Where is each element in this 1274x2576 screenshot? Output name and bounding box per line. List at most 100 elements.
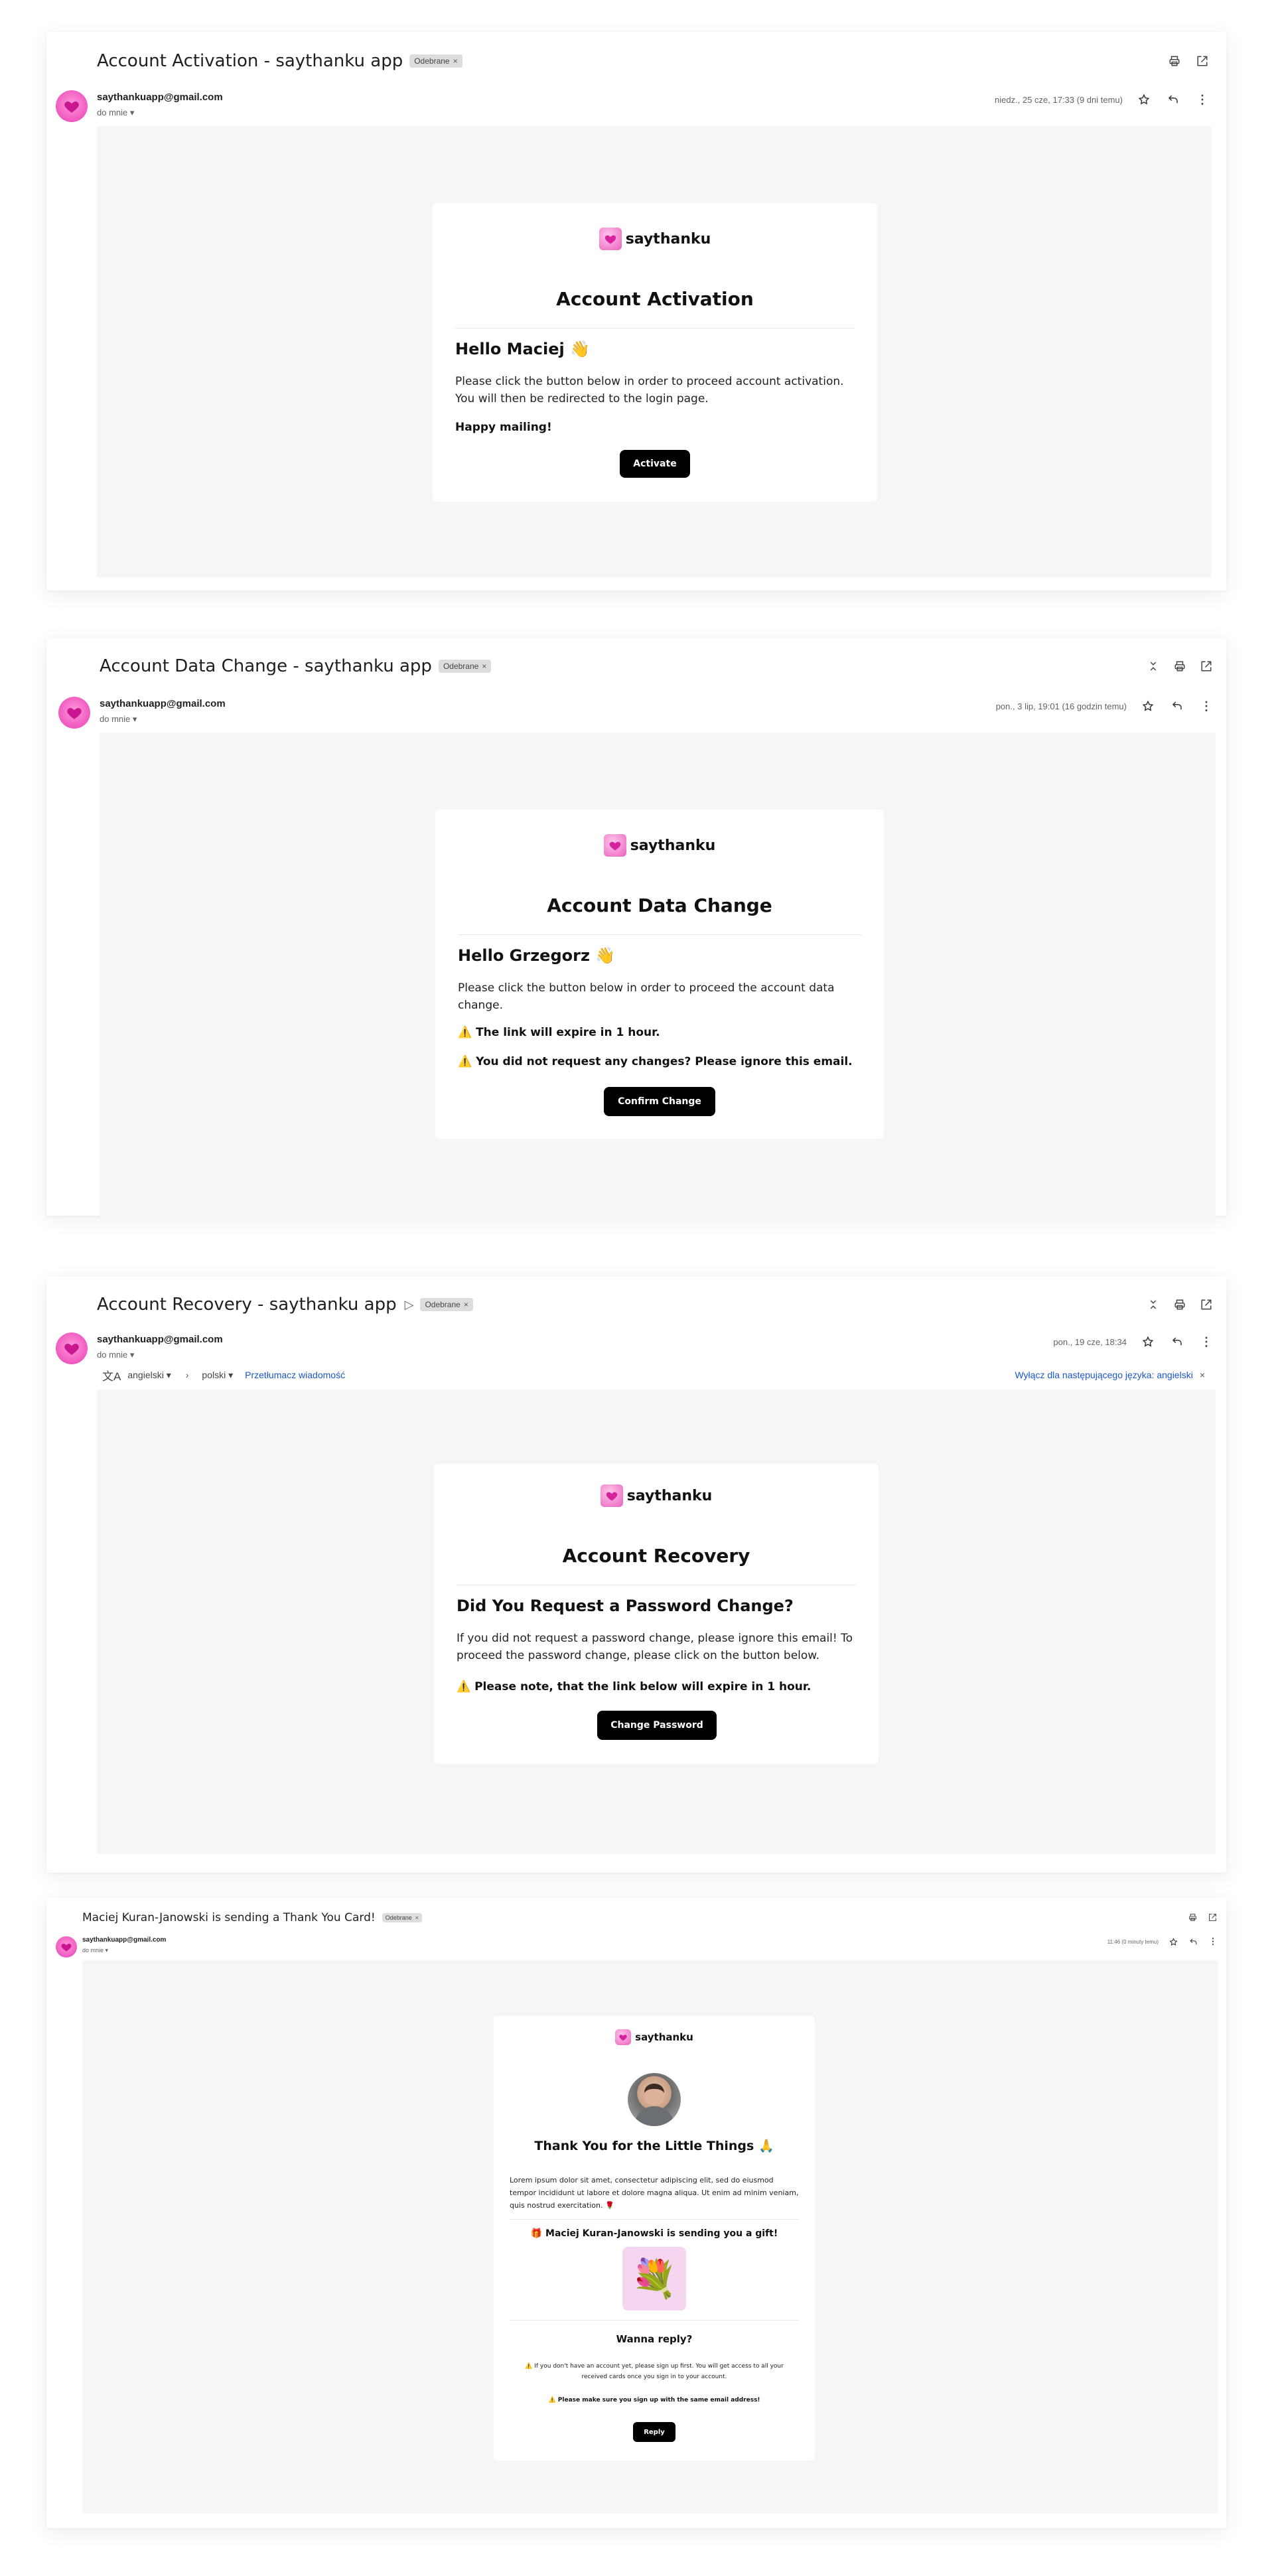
activate-button[interactable]: Activate <box>620 450 690 478</box>
divider <box>458 934 861 935</box>
label-chip-inbox[interactable]: Odebrane × <box>409 54 462 68</box>
source-language-select[interactable]: angielski ▾ <box>127 1370 171 1381</box>
close-icon[interactable]: × <box>1200 1370 1205 1380</box>
target-language-select[interactable]: polski ▾ <box>202 1370 233 1381</box>
collapse-all-icon[interactable] <box>1144 657 1163 676</box>
star-icon[interactable] <box>1139 697 1157 715</box>
email-card: saythanku Account Data Change Hello Grze… <box>435 810 884 1139</box>
brand-logo: saythanku <box>494 2028 815 2046</box>
target-language: polski <box>202 1369 226 1380</box>
email-meta: niedz., 25 cze, 17:33 (9 dni temu) ⋮ <box>995 90 1212 109</box>
remove-label-icon[interactable]: × <box>464 1300 468 1309</box>
card-title: Account Data Change <box>547 894 772 916</box>
reply-title: Wanna reply? <box>616 2333 693 2345</box>
open-new-window-icon[interactable] <box>1197 1295 1216 1314</box>
sender-email[interactable]: saythankuapp@gmail.com <box>82 1936 166 1944</box>
subject-text: Account Data Change - saythanku app <box>100 656 432 676</box>
divider <box>510 2320 799 2321</box>
gift-line: 🎁 Maciej Kuran-Janowski is sending you a… <box>530 2228 778 2239</box>
label-chip-inbox[interactable]: Odebrane × <box>438 660 492 673</box>
star-icon[interactable] <box>1135 90 1153 109</box>
sender-avatar[interactable] <box>56 90 88 122</box>
saythanku-logo-icon <box>603 834 626 857</box>
confirm-change-button[interactable]: Confirm Change <box>604 1087 715 1116</box>
same-email-note: ⚠️ Please make sure you sign up with the… <box>548 2397 760 2403</box>
saythanku-logo-icon <box>600 1484 623 1507</box>
star-icon[interactable] <box>1167 1935 1180 1948</box>
remove-label-icon[interactable]: × <box>415 1914 419 1921</box>
translate-bar: 文A angielski ▾ › polski ▾ Przetłumacz wi… <box>97 1363 1216 1387</box>
more-options-icon[interactable]: ⋮ <box>1206 1935 1220 1948</box>
recipient-toggle[interactable]: do mnie ▾ <box>82 1947 108 1954</box>
print-icon[interactable] <box>1170 1295 1189 1314</box>
more-options-icon[interactable]: ⋮ <box>1197 1332 1216 1351</box>
remove-label-icon[interactable]: × <box>453 56 458 66</box>
reply-icon[interactable] <box>1164 90 1182 109</box>
print-icon[interactable] <box>1165 52 1184 70</box>
recipient-text: do mnie <box>97 1350 128 1360</box>
label-chip-text: Odebrane <box>414 56 450 66</box>
print-icon[interactable] <box>1170 657 1189 676</box>
open-new-window-icon[interactable] <box>1193 52 1212 70</box>
sender-email[interactable]: saythankuapp@gmail.com <box>97 92 223 103</box>
email-body: saythanku Account Activation Hello Macie… <box>97 126 1212 577</box>
collapse-all-icon[interactable] <box>1144 1295 1163 1314</box>
reply-icon[interactable] <box>1168 1332 1186 1351</box>
sender-photo <box>628 2073 681 2126</box>
brand-logo: saythanku <box>434 1482 879 1509</box>
signup-note: ⚠️ If you don't have an account yet, ple… <box>525 2363 784 2380</box>
disable-translation-link[interactable]: Wyłącz dla następującego języka: angiels… <box>1015 1370 1192 1380</box>
important-marker-icon[interactable]: ▷ <box>405 1298 414 1312</box>
brand-name: saythanku <box>635 2031 693 2043</box>
sender-email[interactable]: saythankuapp@gmail.com <box>100 698 226 709</box>
open-new-window-icon[interactable] <box>1205 1910 1220 1924</box>
arrow-right-icon: › <box>185 1370 189 1380</box>
remove-label-icon[interactable]: × <box>482 662 486 671</box>
change-password-button[interactable]: Change Password <box>597 1711 717 1740</box>
reply-icon[interactable] <box>1168 697 1186 715</box>
more-options-icon[interactable]: ⋮ <box>1197 697 1216 715</box>
label-chip-inbox[interactable]: Odebrane × <box>420 1298 473 1311</box>
translate-message-link[interactable]: Przetłumacz wiadomość <box>245 1370 345 1380</box>
card-title: Thank You for the Little Things 🙏 <box>534 2139 774 2153</box>
label-chip-text: Odebrane <box>443 662 479 671</box>
email-subject: Account Activation - saythanku app Odebr… <box>97 46 462 76</box>
recipient-toggle[interactable]: do mnie ▾ <box>100 714 137 725</box>
print-icon[interactable] <box>1185 1910 1200 1924</box>
sender-email[interactable]: saythankuapp@gmail.com <box>97 1334 223 1345</box>
email-meta: pon., 3 lip, 19:01 (16 godzin temu) ⋮ <box>996 697 1216 715</box>
star-icon[interactable] <box>1139 1332 1157 1351</box>
reply-icon[interactable] <box>1186 1935 1200 1948</box>
sender-avatar[interactable] <box>56 1332 88 1364</box>
email-date: niedz., 25 cze, 17:33 (9 dni temu) <box>995 94 1123 105</box>
chevron-down-icon: ▾ <box>129 107 135 117</box>
email-body: saythanku Thank You for the Little Thing… <box>82 1960 1218 2514</box>
body-paragraph: If you did not request a password change… <box>457 1632 853 1662</box>
recipient-text: do mnie <box>100 714 131 724</box>
subject-text: Account Activation - saythanku app <box>97 51 403 71</box>
email-panel-data-change: Account Data Change - saythanku app Odeb… <box>46 638 1226 1217</box>
greeting: Hello Maciej 👋 <box>455 340 590 358</box>
sender-avatar[interactable] <box>56 1936 77 1958</box>
sender-avatar[interactable] <box>58 697 90 729</box>
email-date: pon., 3 lip, 19:01 (16 godzin temu) <box>995 701 1127 711</box>
open-new-window-icon[interactable] <box>1197 657 1216 676</box>
body-paragraph: Please click the button below in order t… <box>455 375 844 405</box>
saythanku-logo-icon <box>615 2029 632 2045</box>
body-paragraph: Please click the button below in order t… <box>458 981 835 1012</box>
brand-name: saythanku <box>630 837 716 854</box>
divider <box>510 2219 799 2220</box>
top-actions <box>1144 1295 1216 1314</box>
email-body: saythanku Account Recovery Did You Reque… <box>97 1390 1216 1854</box>
label-chip-inbox[interactable]: Odebrane × <box>382 1913 422 1922</box>
card-title: Account Activation <box>556 288 754 310</box>
brand-name: saythanku <box>625 230 711 248</box>
recipient-toggle[interactable]: do mnie ▾ <box>97 107 134 118</box>
source-language: angielski <box>127 1369 164 1380</box>
warning-expire: ⚠️ The link will expire in 1 hour. <box>458 1026 660 1039</box>
more-options-icon[interactable]: ⋮ <box>1193 90 1212 109</box>
reply-button[interactable]: Reply <box>633 2422 675 2442</box>
recipient-toggle[interactable]: do mnie ▾ <box>97 1350 134 1360</box>
top-actions <box>1144 657 1216 676</box>
translate-icon: 文A <box>102 1370 121 1383</box>
